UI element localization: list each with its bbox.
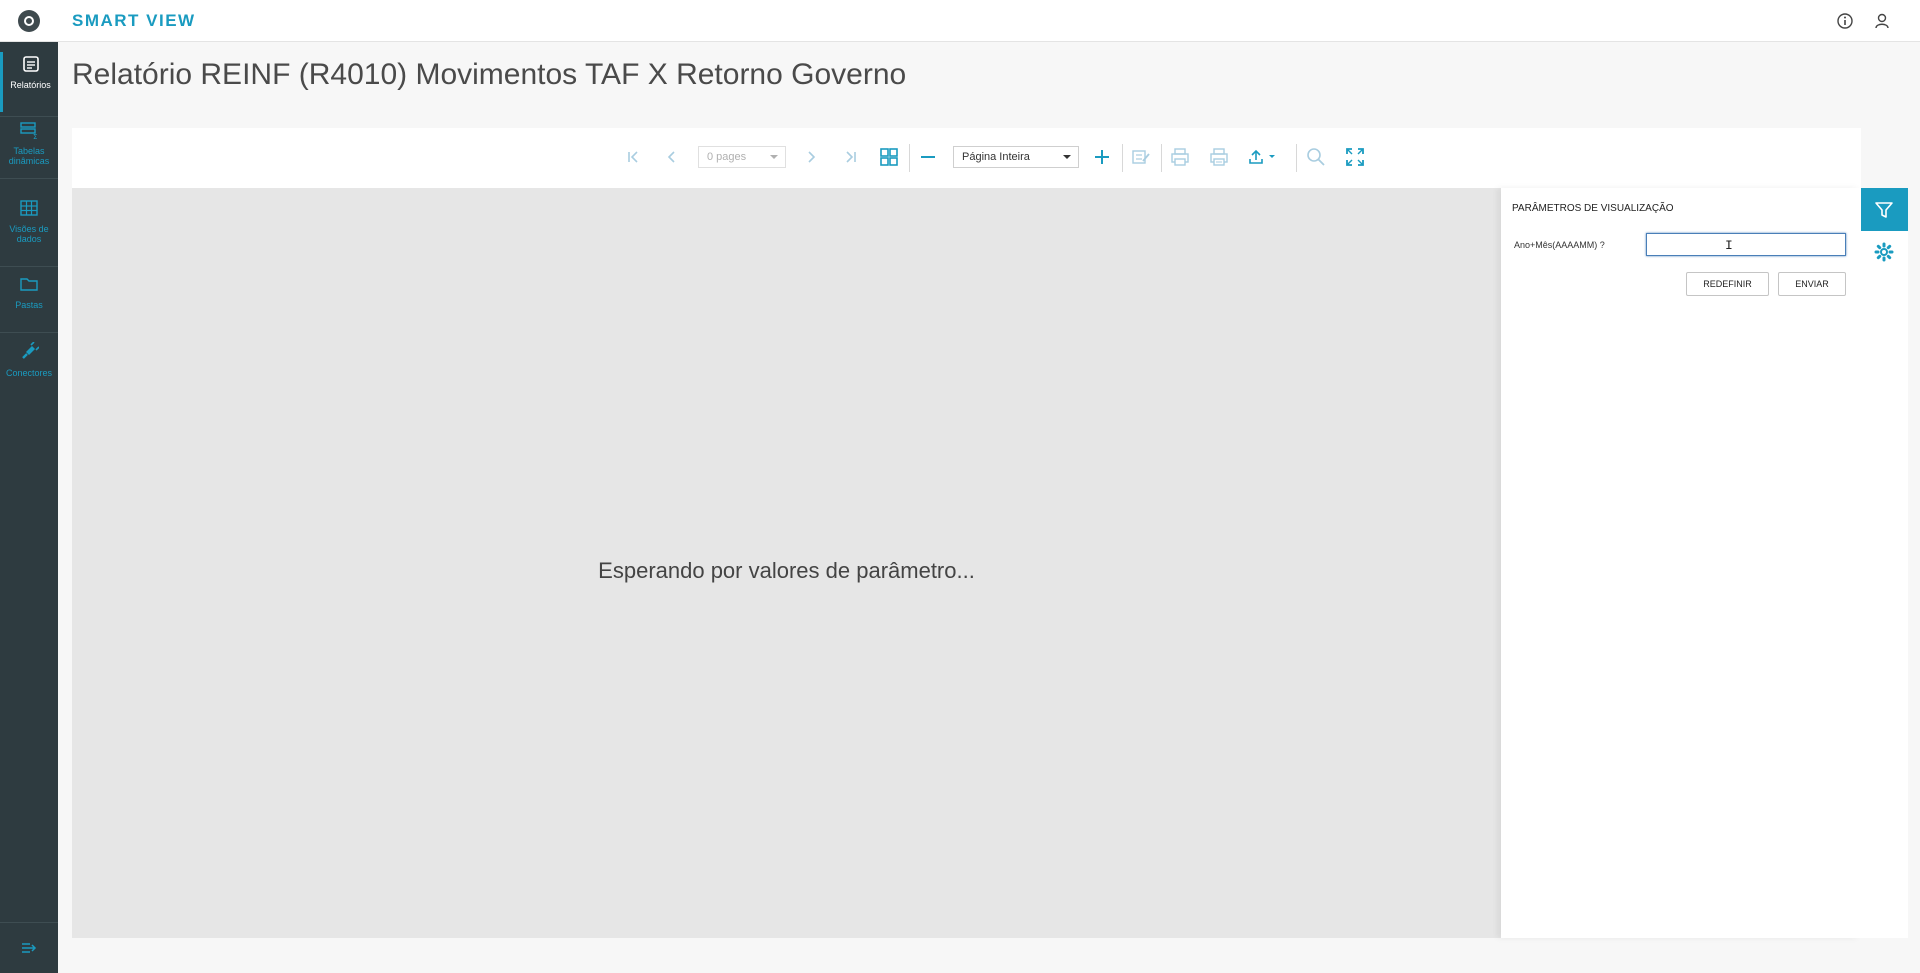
- sidebar-item-label: Tabelas dinâmicas: [8, 146, 50, 166]
- sidebar-item-tabelas-dinamicas[interactable]: Σ Tabelas dinâmicas: [0, 120, 58, 166]
- print-icon[interactable]: [1169, 146, 1191, 168]
- year-month-input[interactable]: [1646, 233, 1846, 256]
- report-toolbar: 0 pages Página Inteira: [72, 128, 1861, 188]
- pages-select[interactable]: 0 pages: [698, 146, 786, 168]
- first-page-icon[interactable]: [623, 146, 645, 168]
- divider: [0, 332, 58, 333]
- parameters-panel: PARÂMETROS DE VISUALIZAÇÃO Ano+Mês(AAAAM…: [1501, 188, 1861, 938]
- divider: [0, 116, 58, 117]
- sidebar-item-conectores[interactable]: Conectores: [0, 342, 58, 378]
- plug-icon: [22, 342, 39, 359]
- top-bar: SMART VIEW: [0, 0, 1920, 42]
- export-icon[interactable]: [1247, 146, 1281, 168]
- sidebar-item-pastas[interactable]: Pastas: [0, 274, 58, 310]
- zoom-select-value: Página Inteira: [962, 151, 1030, 163]
- page-title: Relatório REINF (R4010) Movimentos TAF X…: [72, 58, 907, 91]
- divider: [0, 266, 58, 267]
- editing-fields-icon[interactable]: [1130, 146, 1152, 168]
- waiting-message: Esperando por valores de parâmetro...: [598, 558, 975, 583]
- divider: [0, 922, 58, 923]
- divider: [0, 178, 58, 179]
- search-icon[interactable]: [1305, 146, 1327, 168]
- grid-icon: [20, 200, 38, 216]
- year-month-label: Ano+Mês(AAAAMM) ?: [1514, 240, 1605, 250]
- multipage-icon[interactable]: [878, 146, 900, 168]
- sidebar-item-label: Conectores: [5, 368, 53, 378]
- report-viewer: Esperando por valores de parâmetro...: [72, 188, 1501, 938]
- parameters-title: PARÂMETROS DE VISUALIZAÇÃO: [1512, 203, 1674, 214]
- chevron-down-icon: [770, 155, 778, 159]
- pages-select-value: 0 pages: [707, 151, 747, 163]
- fullscreen-icon[interactable]: [1344, 146, 1366, 168]
- divider: [1122, 144, 1123, 172]
- reset-button[interactable]: REDEFINIR: [1686, 272, 1769, 296]
- sidebar-item-label: Visões de dados: [9, 224, 49, 244]
- sidebar: Relatórios Σ Tabelas dinâmicas Visões de…: [0, 42, 58, 973]
- pivot-table-icon: Σ: [20, 122, 37, 140]
- right-rail: [1861, 188, 1908, 938]
- collapse-icon[interactable]: [20, 940, 38, 956]
- zoom-out-icon[interactable]: [917, 146, 939, 168]
- folder-icon: [20, 278, 38, 291]
- last-page-icon[interactable]: [839, 146, 861, 168]
- filter-icon: [1875, 202, 1893, 218]
- divider: [909, 144, 910, 172]
- chevron-down-icon: [1063, 155, 1071, 159]
- report-icon: [22, 56, 39, 72]
- send-button[interactable]: ENVIAR: [1778, 272, 1846, 296]
- next-page-icon[interactable]: [800, 146, 822, 168]
- zoom-select[interactable]: Página Inteira: [953, 146, 1079, 168]
- print-page-icon[interactable]: [1208, 146, 1230, 168]
- gear-icon[interactable]: [1874, 242, 1894, 262]
- brand-title: SMART VIEW: [72, 11, 196, 30]
- previous-page-icon[interactable]: [661, 146, 683, 168]
- divider: [1161, 144, 1162, 172]
- divider: [1296, 144, 1297, 172]
- user-icon[interactable]: [1873, 12, 1891, 30]
- logo-icon[interactable]: [18, 10, 40, 32]
- text-cursor-icon: I: [1725, 238, 1733, 253]
- sidebar-item-relatorios[interactable]: Relatórios: [0, 52, 58, 112]
- sidebar-item-visoes-de-dados[interactable]: Visões de dados: [0, 198, 58, 244]
- svg-text:Σ: Σ: [33, 133, 37, 140]
- filter-tab[interactable]: [1861, 188, 1908, 231]
- zoom-in-icon[interactable]: [1091, 146, 1113, 168]
- info-icon[interactable]: [1836, 12, 1854, 30]
- sidebar-item-label: Relatórios: [10, 80, 51, 90]
- sidebar-item-label: Pastas: [15, 300, 43, 310]
